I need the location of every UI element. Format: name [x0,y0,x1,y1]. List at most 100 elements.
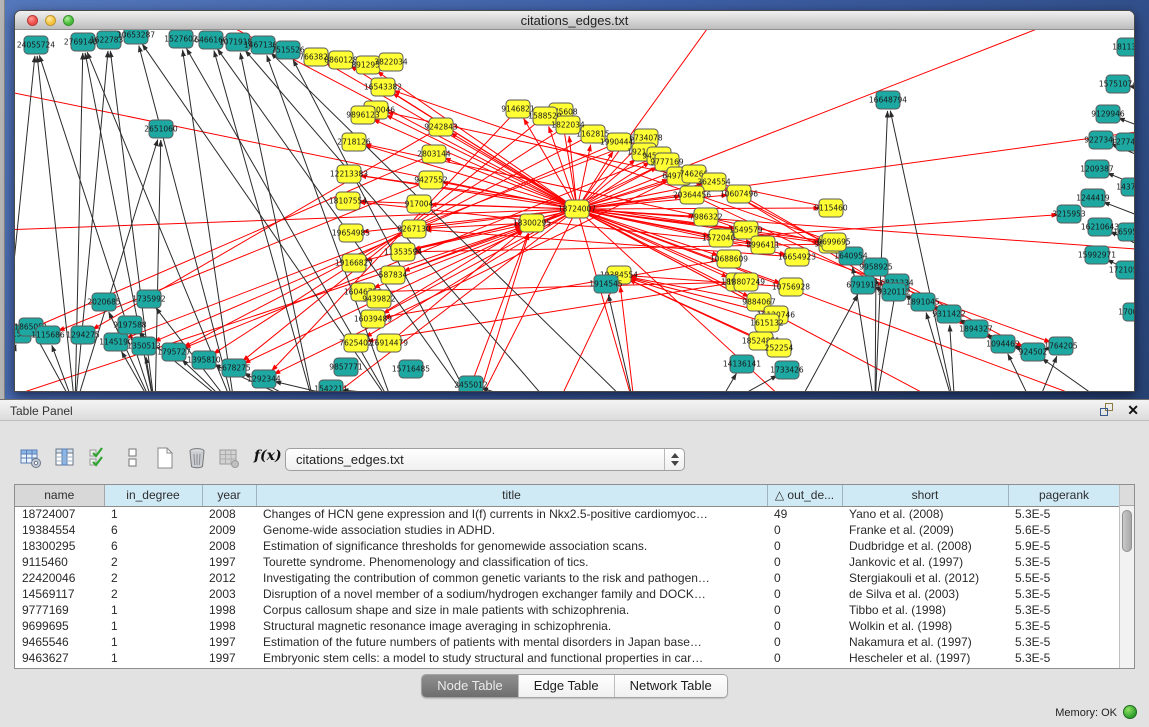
float-panel-icon[interactable] [1099,402,1115,418]
graph-node-label: 10688609 [710,255,748,264]
graph-node-label: 1244419 [1076,194,1110,203]
table-toolbar: f(x) citations_edges.txt [14,444,1135,480]
table-row[interactable]: 1830029562008Estimation of significance … [15,538,1120,554]
table-row[interactable]: 1456911722003Disruption of a novel membe… [15,586,1120,602]
graph-node-label: 9884067 [742,298,776,307]
column-header-title[interactable]: title [256,485,767,506]
graph-edge [890,111,955,392]
tab-edge-table[interactable]: Edge Table [518,675,614,697]
graph-node-label: 18107554 [329,197,367,206]
function-builder-button[interactable]: f(x) [254,448,282,464]
table-cell: Dudbridge et al. (2008) [842,538,1008,554]
table-cell: 5.5E-5 [1008,570,1120,586]
column-header-in_degree[interactable]: in_degree [104,485,202,506]
graph-node-label: 8996411 [746,241,780,250]
scrollbar-thumb[interactable] [1122,510,1132,552]
column-header-name[interactable]: name [15,485,104,506]
table-cell: 6 [104,522,202,538]
table-cell: 0 [767,570,842,586]
table-cell: 2 [104,586,202,602]
graph-edge [875,278,876,392]
graph-node-label: 16039489 [354,315,392,324]
graph-node-label: 3215953 [1052,210,1086,219]
column-header-out_de[interactable]: △ out_de... [767,485,842,506]
table-mode-button[interactable] [18,446,44,472]
table-row[interactable]: 1938455462009Genome-wide association stu… [15,522,1120,538]
graph-edge [579,218,635,392]
graph-node-label: 24055724 [17,41,55,50]
table-row[interactable]: 2242004622012Investigating the contribut… [15,570,1120,586]
graph-edge [52,345,75,392]
graph-node-label: 16654923 [778,253,816,262]
table-cell: 2008 [202,538,256,554]
graph-node-label: 19654985 [332,229,370,238]
graph-node-label: 924502 [1019,348,1048,357]
table-selector-dropdown[interactable]: citations_edges.txt [285,448,685,471]
graph-edge [926,313,955,392]
graph-node-label: 2455012 [454,381,488,390]
create-column-button[interactable] [152,446,178,472]
table-cell: 5.3E-5 [1008,618,1120,634]
graph-node-label: 1764205 [1044,342,1078,351]
graph-node-label: 1615132 [750,319,784,328]
graph-node-label: 12213383 [330,170,368,179]
graph-node-label: 3624554 [697,178,731,187]
graph-edge [15,345,16,392]
table-cell: 1 [104,506,202,522]
table-cell: 5.3E-5 [1008,586,1120,602]
double-check-icon [87,446,111,470]
graph-node-label: 2718126 [337,138,371,147]
memory-status-icon [1123,705,1137,719]
table-cell: 5.3E-5 [1008,634,1120,650]
table-row[interactable]: 969969511998Structural magnetic resonanc… [15,618,1120,634]
table-cell: Yano et al. (2008) [842,506,1008,522]
table-cell: 5.9E-5 [1008,538,1120,554]
graph-node-label: 1292344 [247,375,281,384]
table-row[interactable]: 946362711997Embryonic stem cells: a mode… [15,650,1120,666]
scrollbar-header-cap [1120,485,1134,506]
unselect-all-columns-button[interactable] [120,446,146,472]
delete-columns-button[interactable] [184,446,210,472]
table-row[interactable]: 946554611997Estimation of the future num… [15,634,1120,650]
table-row[interactable]: 1872400712008Changes of HCN gene express… [15,506,1120,522]
table-cell: 9777169 [15,602,104,618]
network-window-titlebar[interactable]: citations_edges.txt [15,11,1134,30]
table-cell: 18300295 [15,538,104,554]
table-cell: Tibbo et al. (1998) [842,602,1008,618]
graph-node-label: 1350513 [127,342,161,351]
table-cell: Wolkin et al. (1998) [842,618,1008,634]
table-cell: 0 [767,634,842,650]
graph-node-label: 6734078 [629,134,663,143]
graph-node-label: 10607496 [720,190,758,199]
show-columns-button[interactable] [52,446,78,472]
graph-node-label: 9958925 [859,263,893,272]
column-header-year[interactable]: year [202,485,256,506]
graph-edge [384,260,720,317]
graph-edge [795,295,858,392]
tab-node-table[interactable]: Node Table [422,675,518,697]
graph-node-label: 1733426 [770,366,804,375]
table-row[interactable]: 977716911998Corpus callosum shape and si… [15,602,1120,618]
table-row[interactable]: 911546021997Tourette syndrome. Phenomeno… [15,554,1120,570]
delete-table-button[interactable] [216,446,242,472]
tab-network-table[interactable]: Network Table [614,675,727,697]
dropdown-stepper-icon [664,449,684,470]
table-cell: 5.3E-5 [1008,650,1120,666]
graph-edge [585,30,1065,206]
select-all-columns-button[interactable] [86,446,112,472]
table-cell: Embryonic stem cells: a model to study s… [256,650,767,666]
graph-node-label: 6791914 [846,281,880,290]
vertical-scrollbar[interactable] [1119,485,1134,668]
table-cell: 9115460 [15,554,104,570]
graph-node-label: 1209387 [1080,165,1114,174]
graph-node-label: 1549579 [729,226,763,235]
graph-node-label: 18300295 [513,219,551,228]
graph-node-label: 9115460 [814,204,848,213]
network-canvas[interactable]: 1872400724055724276914061622783510653287… [15,30,1135,392]
graph-node-label: 2803144 [417,150,451,159]
column-header-pagerank[interactable]: pagerank [1008,485,1120,506]
close-panel-icon[interactable]: ✕ [1127,402,1139,418]
column-header-short[interactable]: short [842,485,1008,506]
table-cell: 2 [104,554,202,570]
graph-node-label: 1891045 [906,298,940,307]
